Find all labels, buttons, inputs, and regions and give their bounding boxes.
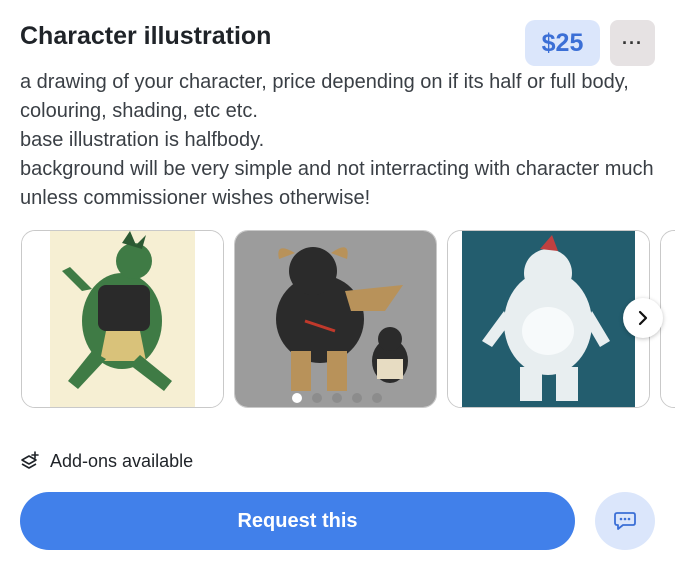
carousel-dots	[292, 393, 382, 403]
artwork-green-character-image	[22, 231, 223, 407]
gallery-image[interactable]	[234, 230, 437, 408]
description-line: base illustration is halfbody.	[20, 129, 265, 151]
gallery-image[interactable]	[447, 230, 650, 408]
artwork-white-furry-creature-image	[448, 231, 649, 407]
commission-card: Character illustration $25 ··· a drawing…	[0, 0, 675, 570]
description-line: background will be very simple and not i…	[20, 158, 654, 209]
carousel-dot[interactable]	[372, 393, 382, 403]
layers-plus-icon	[21, 451, 39, 469]
chat-bubble-icon	[614, 512, 636, 530]
carousel-dot[interactable]	[312, 393, 322, 403]
addons-label: Add-ons available	[50, 450, 194, 471]
chat-button[interactable]	[595, 492, 655, 550]
carousel-dot[interactable]	[352, 393, 362, 403]
addons-indicator: Add-ons available	[20, 448, 193, 474]
listing-title: Character illustration	[20, 22, 272, 50]
image-gallery[interactable]	[0, 230, 675, 408]
carousel-dot[interactable]	[332, 393, 342, 403]
more-icon: ···	[622, 32, 643, 53]
artwork-partial-image	[661, 231, 675, 407]
carousel-dot[interactable]	[292, 393, 302, 403]
artwork-dark-creatures-image	[235, 231, 436, 407]
chevron-right-icon	[638, 310, 648, 326]
listing-description: a drawing of your character, price depen…	[20, 68, 660, 213]
request-button[interactable]: Request this	[20, 492, 575, 550]
more-options-button[interactable]: ···	[610, 20, 655, 66]
gallery-image[interactable]	[21, 230, 224, 408]
gallery-next-button[interactable]	[623, 298, 663, 338]
price-badge: $25	[525, 20, 600, 66]
description-line: a drawing of your character, price depen…	[20, 71, 629, 122]
